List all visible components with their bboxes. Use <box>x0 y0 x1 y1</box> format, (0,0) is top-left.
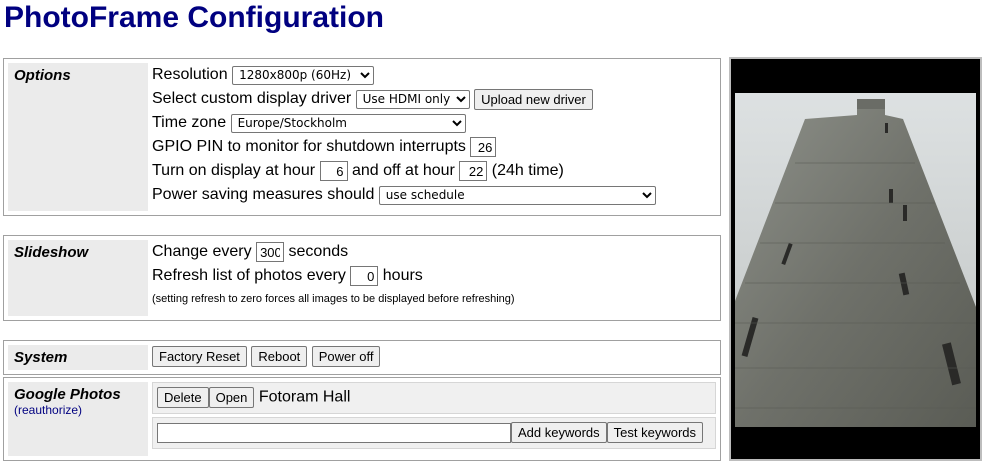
gpio-input[interactable] <box>470 137 497 157</box>
keywords-input[interactable] <box>157 422 511 443</box>
slideshow-section: Slideshow Change every seconds Refresh l… <box>3 235 721 321</box>
system-heading: System <box>8 345 148 370</box>
system-section: System Factory Reset Reboot Power off <box>3 340 721 375</box>
display-off-label: and off at hour <box>351 162 455 179</box>
google-photos-heading: Google Photos (reauthorize) <box>8 382 148 456</box>
slideshow-heading: Slideshow <box>8 240 148 316</box>
change-interval-input[interactable] <box>256 242 285 262</box>
refresh-interval-input[interactable] <box>350 266 379 286</box>
open-album-button[interactable]: Open <box>208 387 255 408</box>
google-photos-title: Google Photos <box>14 386 121 403</box>
google-photos-section: Google Photos (reauthorize) Delete Open F… <box>3 377 721 461</box>
resolution-select[interactable]: 1280x800p (60Hz) <box>232 65 375 85</box>
display-on-hour-input[interactable] <box>319 161 348 181</box>
power-off-button[interactable]: Power off <box>311 346 381 368</box>
reboot-button[interactable]: Reboot <box>251 346 308 368</box>
keywords-row: Add keywords Test keywords <box>152 417 716 449</box>
power-saving-label: Power saving measures should <box>152 186 375 203</box>
photo-preview <box>729 57 982 461</box>
timezone-select[interactable]: Europe/Stockholm <box>230 113 466 133</box>
driver-select[interactable]: Use HDMI only <box>355 89 470 109</box>
add-keywords-button[interactable]: Add keywords <box>511 422 607 443</box>
delete-album-button[interactable]: Delete <box>157 387 209 408</box>
resolution-label: Resolution <box>152 66 228 83</box>
album-name: Fotoram Hall <box>258 388 351 406</box>
upload-driver-button[interactable]: Upload new driver <box>474 88 593 110</box>
change-unit-label: seconds <box>288 243 349 260</box>
factory-reset-button[interactable]: Factory Reset <box>152 346 247 368</box>
album-row: Delete Open Fotoram Hall <box>152 382 716 414</box>
change-label: Change every <box>152 243 252 260</box>
timezone-label: Time zone <box>152 114 227 131</box>
refresh-label: Refresh list of photos every <box>152 267 346 284</box>
hour-format-label: (24h time) <box>491 162 564 179</box>
stone-tower-photo-icon <box>735 93 976 427</box>
reauthorize-link[interactable]: (reauthorize) <box>14 403 142 417</box>
refresh-note: (setting refresh to zero forces all imag… <box>152 293 515 305</box>
display-off-hour-input[interactable] <box>459 161 488 181</box>
driver-label: Select custom display driver <box>152 90 352 107</box>
refresh-unit-label: hours <box>382 267 423 284</box>
page-title: PhotoFrame Configuration <box>4 1 384 34</box>
display-on-label: Turn on display at hour <box>152 162 316 179</box>
gpio-label: GPIO PIN to monitor for shutdown interru… <box>152 138 466 155</box>
options-heading: Options <box>8 63 148 211</box>
power-saving-select[interactable]: use schedule <box>378 185 656 205</box>
test-keywords-button[interactable]: Test keywords <box>606 422 704 443</box>
options-section: Options Resolution 1280x800p (60Hz) Sele… <box>3 58 721 216</box>
photo-image <box>735 93 976 427</box>
